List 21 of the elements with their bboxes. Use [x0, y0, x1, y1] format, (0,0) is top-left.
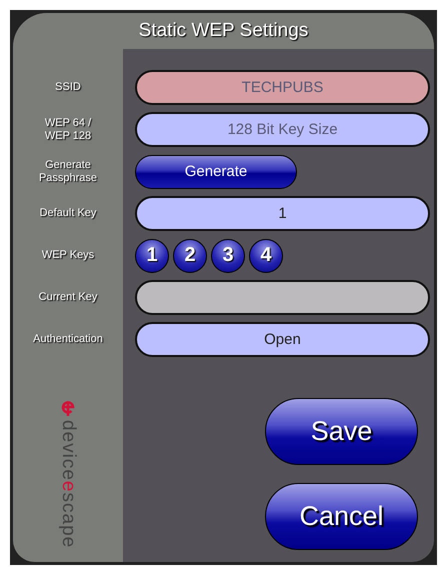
key-button[interactable]: 4: [249, 238, 283, 272]
field-label: SSID: [54, 80, 82, 96]
field-label: Default Key: [38, 206, 98, 222]
cancel-button[interactable]: Cancel: [265, 483, 418, 550]
key-button[interactable]: 1: [135, 238, 169, 272]
brand-logo: deviceescape: [57, 420, 79, 548]
select-field[interactable]: 1: [135, 196, 430, 231]
window-title: Static WEP Settings: [13, 13, 434, 49]
key-button[interactable]: 2: [173, 238, 207, 272]
field-label: WEP 64 / WEP 128: [44, 116, 92, 144]
field-label: Authentication: [32, 332, 104, 348]
input-field[interactable]: 128 Bit Key Size: [135, 112, 430, 147]
field-label: WEP Keys: [40, 248, 96, 264]
save-button[interactable]: Save: [265, 398, 418, 465]
generate-button[interactable]: Generate: [135, 154, 297, 188]
key-button[interactable]: 3: [211, 238, 245, 272]
select-field[interactable]: Open: [135, 322, 430, 357]
input-field[interactable]: [135, 280, 430, 315]
input-field[interactable]: TECHPUBS: [135, 70, 430, 105]
field-label: Current Key: [38, 290, 98, 306]
field-label: Generate Passphrase: [38, 158, 98, 186]
